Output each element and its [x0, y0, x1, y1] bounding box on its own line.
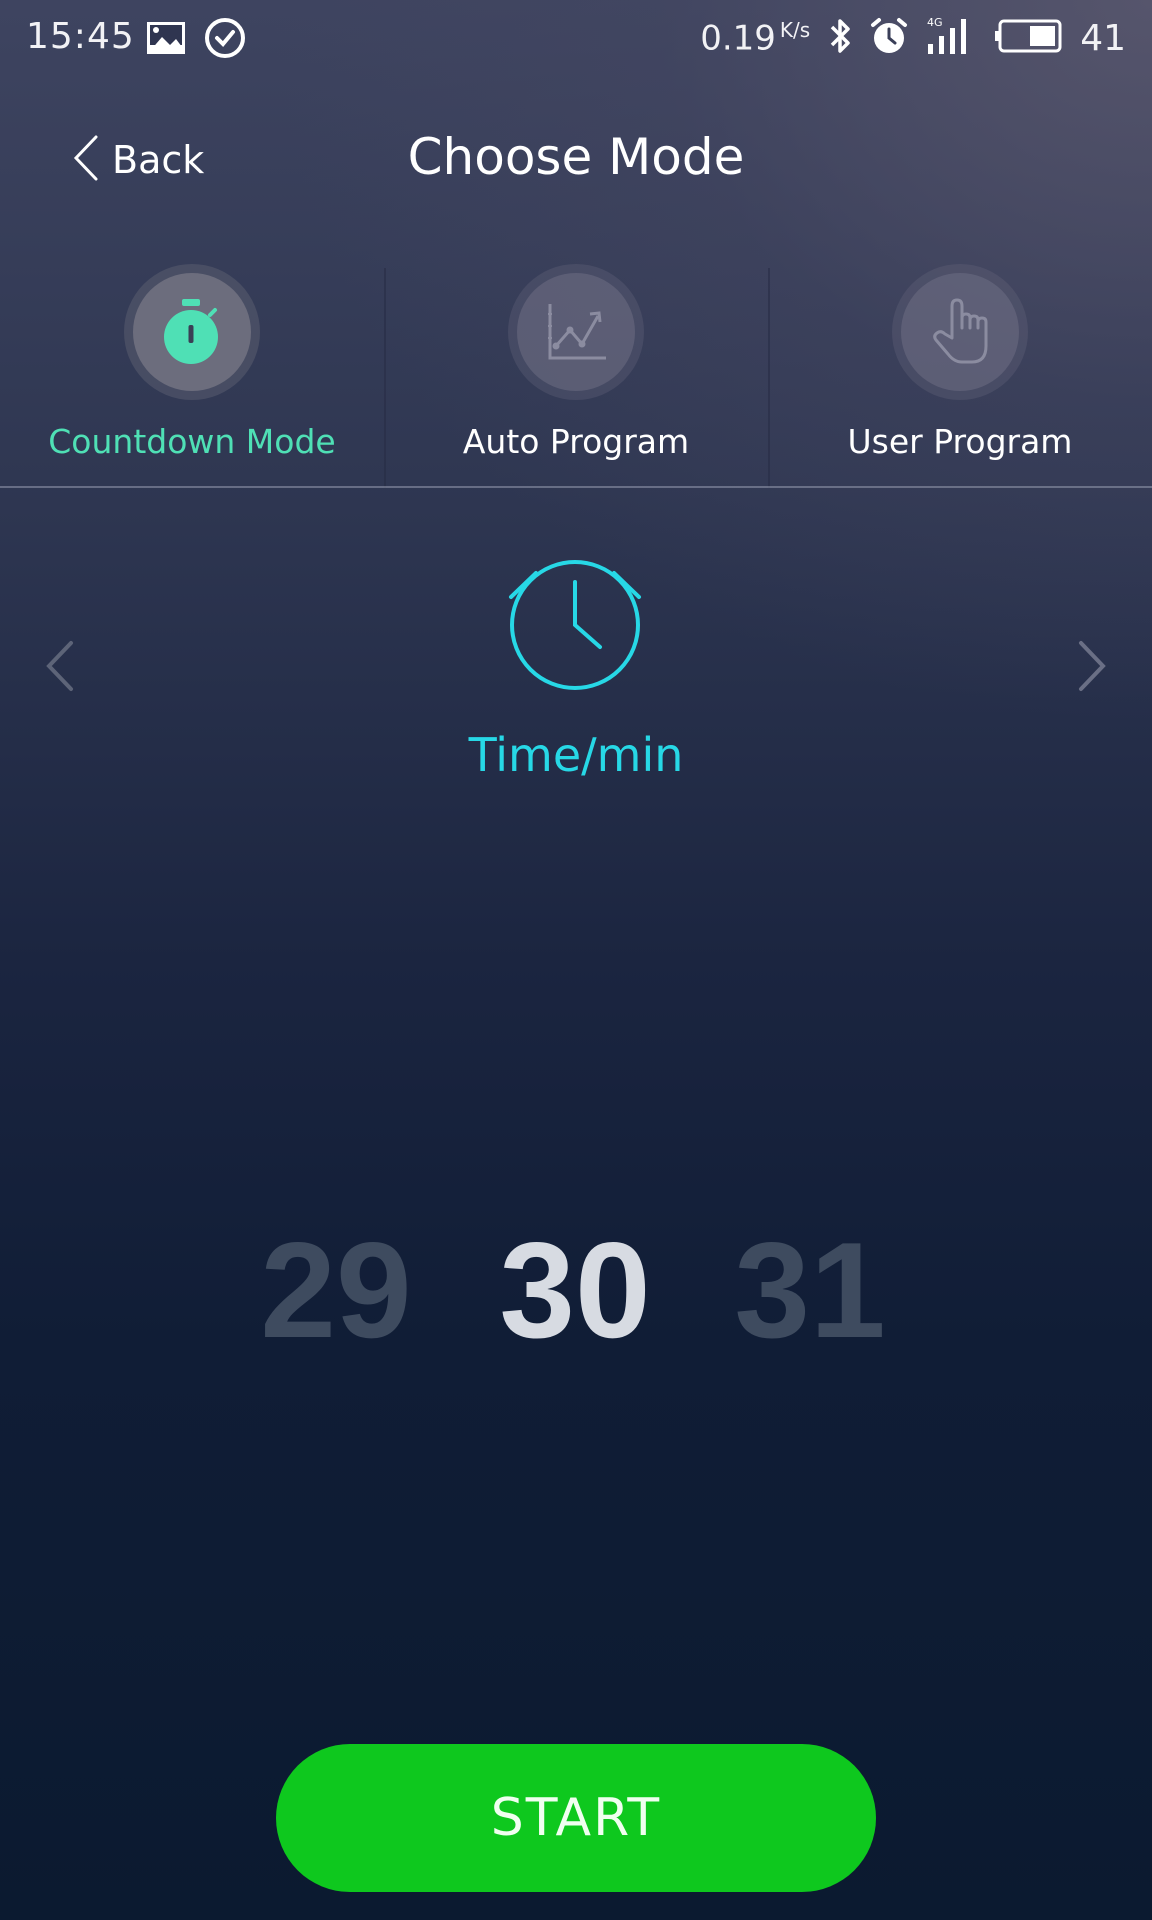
image-icon — [146, 18, 186, 58]
alarm-icon — [870, 17, 908, 59]
mode-divider — [0, 486, 1152, 488]
battery-icon — [994, 19, 1062, 57]
alarm-clock-icon — [503, 545, 647, 699]
svg-text:4G: 4G — [927, 16, 943, 29]
mode-icon-disc — [133, 273, 251, 391]
mode-label: Auto Program — [462, 422, 690, 461]
mode-label: Countdown Mode — [48, 422, 336, 461]
time-picker[interactable]: 29 30 31 — [0, 1215, 1152, 1365]
picker-current-value[interactable]: 30 — [475, 1215, 675, 1365]
net-speed-unit: K/s — [779, 17, 811, 42]
page-title: Choose Mode — [407, 128, 745, 186]
net-speed-value: 0.19 — [700, 18, 776, 59]
mode-label: User Program — [847, 422, 1073, 461]
previous-setting-button[interactable] — [44, 638, 76, 698]
start-button[interactable]: START — [276, 1744, 876, 1892]
bluetooth-icon — [828, 17, 852, 59]
picker-next-value[interactable]: 31 — [710, 1215, 910, 1365]
setting-label: Time/min — [468, 728, 684, 782]
chevron-left-icon — [46, 641, 73, 691]
chevron-right-icon — [1079, 641, 1106, 691]
mode-icon-ring — [124, 264, 260, 400]
chart-trend-icon — [548, 304, 606, 360]
net-speed: 0.19 K/s — [700, 18, 810, 58]
stopwatch-icon — [164, 299, 218, 364]
check-circle-icon — [204, 18, 246, 58]
mode-icon-ring — [892, 264, 1028, 400]
tab-countdown-mode[interactable]: Countdown Mode — [0, 258, 384, 486]
mode-tabs: Countdown Mode Auto Program User Program — [0, 258, 1152, 488]
mode-icon-disc — [517, 273, 635, 391]
mode-icon-ring — [508, 264, 644, 400]
signal-4g-icon: 4G — [926, 16, 976, 60]
battery-percent: 41 — [1080, 17, 1126, 59]
mode-icon-disc — [901, 273, 1019, 391]
status-time: 15:45 — [26, 16, 135, 57]
tab-user-program[interactable]: User Program — [768, 258, 1152, 488]
picker-previous-value[interactable]: 29 — [236, 1215, 436, 1365]
status-right: 0.19 K/s 4G 41 — [700, 16, 1126, 60]
hand-pointer-icon — [933, 298, 988, 364]
tab-auto-program[interactable]: Auto Program — [384, 258, 768, 488]
next-setting-button[interactable] — [1076, 638, 1108, 698]
